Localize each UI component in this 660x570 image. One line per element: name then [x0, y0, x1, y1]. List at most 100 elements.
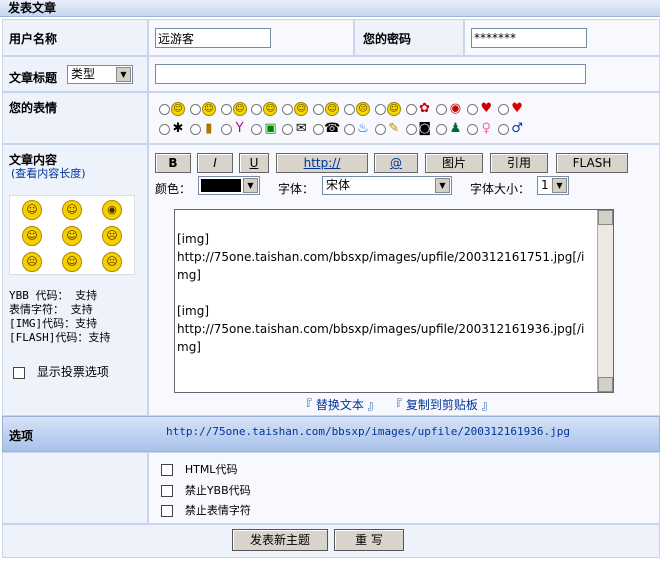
font-label: 字体： — [278, 182, 315, 196]
disable-ybb-checkbox[interactable] — [161, 484, 173, 497]
beer-icon: ▮ — [205, 121, 213, 136]
emotion-radio[interactable] — [498, 123, 510, 135]
smiley-palette: ☺ ☺ ◉ ☺ ☺ ☹ ☹ ☺ ☹ — [9, 195, 135, 275]
support-info: YBB 代码： 支持 表情字符： 支持 [IMG]代码：支持 [FLASH]代码… — [9, 289, 110, 345]
embarrassed-icon[interactable]: ☺ — [62, 252, 82, 272]
emotion-radio[interactable] — [251, 123, 263, 135]
emotion-radio[interactable] — [405, 123, 417, 135]
tongue-icon[interactable]: ☺ — [22, 226, 42, 246]
reset-button[interactable]: 重 写 — [334, 529, 404, 551]
underline-button[interactable]: U — [239, 153, 269, 173]
size-label: 字体大小： — [470, 182, 531, 196]
html-code-checkbox[interactable] — [161, 463, 173, 476]
actions-row — [2, 524, 660, 558]
sad-icon[interactable]: ☹ — [102, 226, 122, 246]
phone-icon: ☎ — [324, 121, 341, 136]
font-select-value: 宋体 — [326, 178, 351, 192]
show-vote-checkbox[interactable] — [13, 366, 25, 379]
disable-emote-option: 禁止表情字符 — [161, 502, 251, 518]
insert-quote-button[interactable]: 引用 — [490, 153, 548, 173]
color-select[interactable]: ▼ — [198, 176, 260, 195]
emotion-label: 您的表情 — [9, 101, 58, 115]
girl-icon: ♀ — [481, 121, 492, 136]
disable-ybb-label: 禁止YBB代码 — [184, 484, 251, 497]
emotion-radio[interactable] — [159, 123, 170, 135]
emotion-radio[interactable] — [189, 123, 201, 135]
bold-button[interactable]: B — [155, 153, 191, 173]
emotion-radio[interactable] — [282, 103, 294, 115]
confused-icon: ☹ — [355, 101, 370, 116]
emotion-radio[interactable] — [343, 123, 355, 135]
insert-image-button[interactable]: 图片 — [425, 153, 483, 173]
emotion-radio[interactable] — [467, 123, 479, 135]
emotion-radio[interactable] — [436, 103, 448, 115]
submit-button[interactable]: 发表新主题 — [232, 529, 328, 551]
smile-icon[interactable]: ☺ — [22, 200, 42, 220]
emotion-label-cell: 您的表情 — [2, 92, 148, 144]
subject-input[interactable] — [155, 64, 586, 84]
emote-support-text: 表情字符： 支持 — [9, 303, 93, 316]
password-input[interactable] — [471, 28, 587, 48]
page-title: 发表文章 — [8, 1, 57, 15]
emotion-radio[interactable] — [189, 103, 201, 115]
heart-icon: ♥ — [511, 101, 523, 116]
font-select[interactable]: 宋体 ▼ — [322, 176, 452, 195]
disable-emote-checkbox[interactable] — [161, 504, 173, 517]
show-vote-label: 显示投票选项 — [36, 365, 109, 379]
angry-icon[interactable]: ☹ — [102, 252, 122, 272]
grin-icon[interactable]: ☺ — [62, 200, 82, 220]
content-textarea[interactable]: [img] http://75one.taishan.com/bbsxp/ima… — [174, 209, 614, 393]
emotion-radio[interactable] — [498, 103, 510, 115]
check-length-link[interactable]: (查看内容长度) — [11, 165, 86, 181]
bat-icon: ✱ — [172, 121, 184, 136]
emotion-radio[interactable] — [374, 103, 386, 115]
emotion-radio[interactable] — [313, 123, 325, 135]
emotion-row-2: ✱ ▮ Y ▣ ✉ ☎ ♨ ✎ ◙ ♟ ♀ ♂ — [159, 121, 525, 137]
emotion-radio[interactable] — [313, 103, 325, 115]
disable-ybb-option: 禁止YBB代码 — [161, 482, 251, 498]
scroll-up-button[interactable] — [598, 210, 613, 225]
wink-icon[interactable]: ☺ — [62, 226, 82, 246]
replace-text-link[interactable]: 『 替换文本 』 — [300, 396, 380, 413]
cry-icon[interactable]: ☹ — [22, 252, 42, 272]
emotion-radio[interactable] — [159, 103, 170, 115]
grin-icon: ☺ — [232, 101, 247, 116]
emotion-radio[interactable] — [220, 103, 232, 115]
cool-icon: ☺ — [325, 101, 340, 116]
insert-link-button[interactable]: http:// — [276, 153, 368, 173]
options-header-row: 选项 http://75one.taishan.com/bbsxp/images… — [2, 416, 660, 452]
size-select-value: 1 — [541, 178, 549, 192]
textarea-scrollbar[interactable] — [597, 210, 613, 392]
content-side-cell: 文章内容 (查看内容长度) ☺ ☺ ◉ ☺ ☺ ☹ ☹ ☺ ☹ YBB 代码： … — [2, 144, 148, 416]
insert-flash-button[interactable]: FLASH — [556, 153, 628, 173]
options-cell: HTML代码 禁止YBB代码 禁止表情字符 — [148, 452, 660, 524]
chevron-down-icon: ▼ — [243, 178, 258, 193]
flash-support-text: [FLASH]代码：支持 — [9, 331, 111, 344]
size-select[interactable]: 1 ▼ — [537, 176, 569, 195]
emotion-radio[interactable] — [343, 103, 355, 115]
shock-icon[interactable]: ◉ — [102, 200, 122, 220]
emotion-radio[interactable] — [405, 103, 417, 115]
password-label-cell: 您的密码 — [354, 19, 464, 56]
emotion-radio[interactable] — [251, 103, 263, 115]
username-input[interactable] — [155, 28, 271, 48]
emotion-radio[interactable] — [467, 103, 479, 115]
emotion-radio[interactable] — [282, 123, 294, 135]
laugh-icon: ☺ — [294, 101, 309, 116]
type-select[interactable]: 类型 ▼ — [67, 65, 133, 84]
italic-button[interactable]: I — [197, 153, 233, 173]
insert-email-button[interactable]: @ — [374, 153, 418, 173]
emotion-radio[interactable] — [374, 123, 386, 135]
cocktail-icon: Y — [235, 121, 244, 136]
copy-clipboard-link[interactable]: 『 复制到剪贴板 』 — [390, 396, 494, 413]
smile-icon: ☺ — [171, 101, 185, 116]
img-support-text: [IMG]代码：支持 — [9, 317, 98, 330]
emotion-radio[interactable] — [436, 123, 448, 135]
smirk-icon: ☺ — [386, 101, 401, 116]
rose-icon: ✿ — [419, 101, 431, 116]
scroll-down-button[interactable] — [598, 377, 613, 392]
password-label: 您的密码 — [363, 32, 412, 46]
broken-heart-icon: ♥ — [480, 101, 493, 116]
uploaded-file-url[interactable]: http://75one.taishan.com/bbsxp/images/up… — [166, 425, 570, 438]
emotion-radio[interactable] — [220, 123, 232, 135]
